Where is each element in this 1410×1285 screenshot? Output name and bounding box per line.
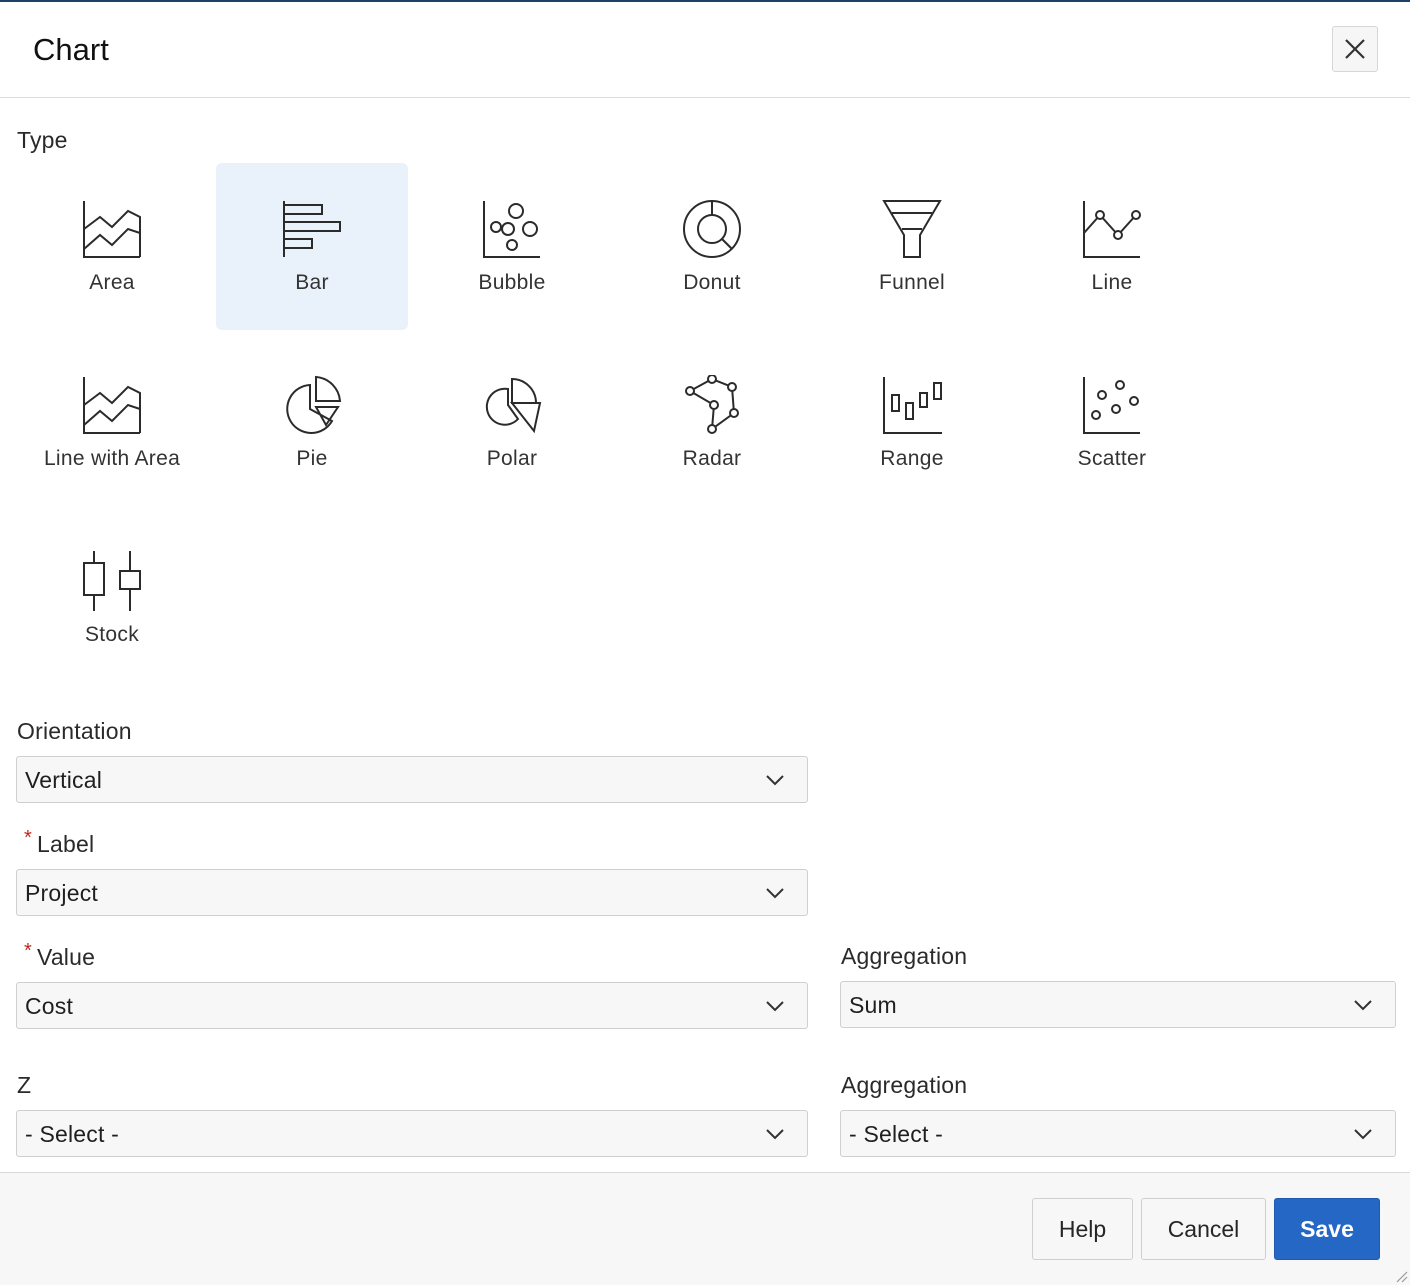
- close-button[interactable]: [1332, 26, 1378, 72]
- close-icon: [1345, 39, 1365, 59]
- z-aggregation-value: - Select -: [849, 1121, 944, 1147]
- polar-chart-icon: [485, 377, 542, 434]
- chart-type-label: Range: [880, 447, 944, 470]
- help-button[interactable]: Help: [1032, 1198, 1133, 1260]
- chart-type-radar[interactable]: Radar: [616, 339, 808, 506]
- chevron-down-icon: [766, 1129, 784, 1140]
- resize-grip-icon[interactable]: [1392, 1267, 1408, 1283]
- value-value: Cost: [25, 993, 74, 1019]
- radar-chart-icon: [685, 375, 739, 434]
- value-field-text: Value: [36, 944, 96, 970]
- chart-type-bubble[interactable]: Bubble: [416, 163, 608, 330]
- chart-type-label: Bubble: [478, 271, 546, 294]
- chart-type-label: Funnel: [878, 271, 945, 294]
- donut-chart-icon: [683, 200, 741, 258]
- z-aggregation-select[interactable]: - Select -: [840, 1110, 1396, 1157]
- orientation-label: Orientation: [17, 718, 132, 744]
- chart-type-label: Radar: [682, 447, 742, 470]
- label-select[interactable]: Project: [16, 869, 808, 916]
- chart-type-label: Pie: [296, 447, 328, 470]
- orientation-value: Vertical: [25, 767, 103, 793]
- area-chart-icon: [83, 201, 141, 258]
- z-select[interactable]: - Select -: [16, 1110, 808, 1157]
- required-marker: *: [24, 827, 32, 849]
- chart-type-range[interactable]: Range: [816, 339, 1008, 506]
- chart-type-scatter[interactable]: Scatter: [1016, 339, 1208, 506]
- range-chart-icon: [883, 377, 942, 434]
- chevron-down-icon: [766, 775, 784, 786]
- chart-type-funnel[interactable]: Funnel: [816, 163, 1008, 330]
- chart-type-line[interactable]: Line: [1016, 163, 1208, 330]
- line-chart-icon: [1083, 201, 1141, 258]
- chart-type-label: Line with Area: [43, 447, 181, 470]
- type-section-label: Type: [17, 127, 68, 153]
- chevron-down-icon: [766, 888, 784, 899]
- cancel-button[interactable]: Cancel: [1141, 1198, 1266, 1260]
- chart-type-label: Scatter: [1077, 447, 1147, 470]
- chart-type-donut[interactable]: Donut: [616, 163, 808, 330]
- bubble-chart-icon: [483, 201, 540, 258]
- value-select[interactable]: Cost: [16, 982, 808, 1029]
- dialog-footer: Help Cancel Save: [0, 1172, 1410, 1285]
- chart-type-stock[interactable]: Stock: [16, 515, 208, 682]
- dialog-header: Chart: [0, 2, 1410, 98]
- pie-chart-icon: [286, 375, 342, 434]
- z-label: Z: [17, 1072, 32, 1098]
- bar-chart-icon: [283, 201, 341, 257]
- chart-type-label: Polar: [486, 447, 538, 470]
- orientation-select[interactable]: Vertical: [16, 756, 808, 803]
- chevron-down-icon: [766, 1001, 784, 1012]
- chart-type-label: Area: [89, 271, 135, 294]
- funnel-chart-icon: [882, 200, 942, 258]
- line-with-area-chart-icon: [83, 377, 141, 434]
- value-field-label: * Value: [24, 940, 96, 971]
- z-value: - Select -: [25, 1121, 120, 1147]
- save-button[interactable]: Save: [1274, 1198, 1380, 1260]
- label-field-text: Label: [36, 831, 95, 857]
- chart-type-polar[interactable]: Polar: [416, 339, 608, 506]
- chart-type-label: Line: [1091, 271, 1133, 294]
- chart-type-label: Donut: [683, 271, 741, 294]
- chart-type-label: Stock: [84, 623, 140, 646]
- z-aggregation-label: Aggregation: [841, 1072, 968, 1098]
- chevron-down-icon: [1354, 1000, 1372, 1011]
- value-aggregation-select[interactable]: Sum: [840, 981, 1396, 1028]
- dialog-title: Chart: [33, 32, 109, 67]
- chart-type-area[interactable]: Area: [16, 163, 208, 330]
- stock-chart-icon: [83, 551, 141, 611]
- label-field-label: * Label: [24, 827, 95, 858]
- chevron-down-icon: [1354, 1129, 1372, 1140]
- chart-type-bar[interactable]: Bar: [216, 163, 408, 330]
- required-marker: *: [24, 940, 32, 962]
- value-aggregation-value: Sum: [849, 992, 897, 1018]
- chart-type-line-with-area[interactable]: Line with Area: [16, 339, 208, 506]
- scatter-chart-icon: [1083, 377, 1140, 434]
- label-value: Project: [25, 880, 98, 906]
- chart-type-label: Bar: [295, 271, 329, 294]
- chart-type-pie[interactable]: Pie: [216, 339, 408, 506]
- value-aggregation-label: Aggregation: [841, 943, 968, 969]
